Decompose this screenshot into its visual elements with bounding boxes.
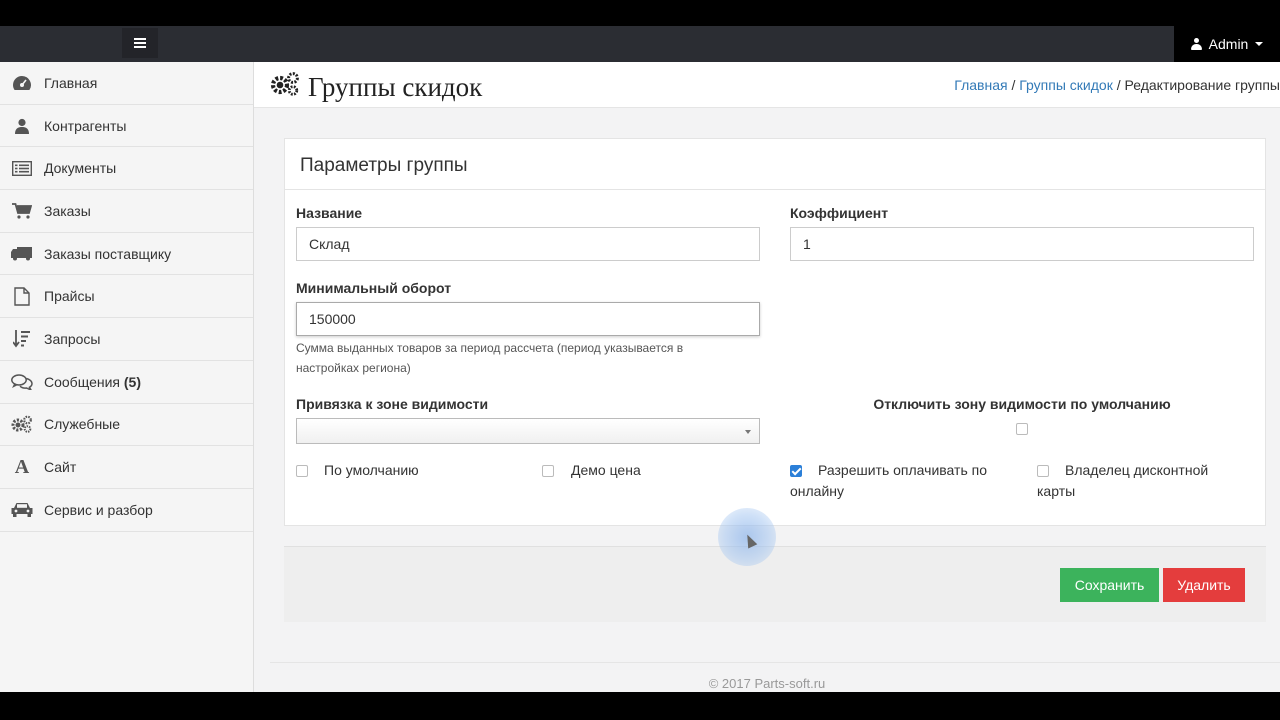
min-turnover-field[interactable]: 150000	[296, 302, 760, 336]
delete-button[interactable]: Удалить	[1163, 568, 1245, 602]
sidebar-item-car-service[interactable]: Сервис и разбор	[0, 489, 253, 532]
coefficient-label: Коэффициент	[790, 205, 889, 221]
user-icon	[1190, 38, 1202, 50]
hamburger-icon	[134, 38, 146, 48]
app-window: Admin Главная Контрагенты Документы Зака…	[0, 26, 1280, 692]
file-icon	[0, 287, 44, 306]
discount-card-checkbox-label: Владелец дисконтной карты	[1037, 462, 1209, 499]
sidebar-item-service[interactable]: Служебные	[0, 404, 253, 447]
save-button[interactable]: Сохранить	[1060, 568, 1159, 602]
main-content: Группы скидок Главная / Группы скидок / …	[254, 62, 1280, 692]
sidebar-item-label: Прайсы	[44, 288, 95, 305]
top-navbar: Admin	[0, 26, 1280, 62]
sidebar-item-documents[interactable]: Документы	[0, 147, 253, 191]
panel-title: Параметры группы	[285, 139, 1265, 190]
default-checkbox[interactable]	[296, 465, 308, 477]
sidebar-item-supplier-orders[interactable]: Заказы поставщику	[0, 233, 253, 276]
disable-visibility-label: Отключить зону видимости по умолчанию	[873, 396, 1171, 412]
form-actions-bar: Сохранить Удалить	[284, 546, 1266, 622]
sidebar-item-label: Сайт	[44, 459, 77, 476]
sidebar-item-site[interactable]: A Сайт	[0, 446, 253, 489]
copyright: © 2017 Parts-soft.ru	[708, 676, 826, 691]
breadcrumb-current: Редактирование группы	[1124, 77, 1280, 93]
gears-icon	[0, 415, 44, 434]
sidebar-item-messages[interactable]: Сообщения (5)	[0, 361, 253, 404]
min-turnover-label: Минимальный оборот	[296, 280, 452, 296]
sidebar-item-label: Заказы поставщику	[44, 245, 172, 262]
coefficient-field[interactable]: 1	[790, 227, 1254, 261]
cart-icon	[0, 203, 44, 219]
group-params-panel: Параметры группы Название Склад Коэффици…	[284, 138, 1266, 526]
default-checkbox-label: По умолчанию	[324, 462, 419, 478]
name-label: Название	[296, 205, 363, 221]
visibility-zone-label: Привязка к зоне видимости	[296, 396, 489, 412]
sidebar-item-label: Запросы	[44, 330, 101, 347]
user-icon	[0, 118, 44, 134]
caret-down-icon	[1255, 42, 1264, 46]
car-icon	[0, 502, 44, 518]
truck-icon	[0, 246, 44, 261]
breadcrumb: Главная / Группы скидок / Редактирование…	[954, 77, 1280, 93]
sidebar-item-home[interactable]: Главная	[0, 62, 253, 105]
sidebar-item-requests[interactable]: Запросы	[0, 318, 253, 361]
sidebar-item-label: Заказы	[44, 202, 91, 219]
name-field[interactable]: Склад	[296, 227, 760, 261]
page-header: Группы скидок Главная / Группы скидок / …	[254, 62, 1280, 108]
min-turnover-help: Сумма выданных товаров за период рассчет…	[296, 341, 684, 375]
chevron-down-icon	[745, 430, 751, 434]
sidebar-item-label: Сервис и разбор	[44, 501, 153, 518]
user-menu[interactable]: Admin	[1174, 26, 1280, 62]
dashboard-icon	[0, 75, 44, 91]
comments-icon	[0, 373, 44, 390]
breadcrumb-separator: /	[1011, 77, 1016, 93]
list-icon	[0, 160, 44, 176]
sidebar-item-contractors[interactable]: Контрагенты	[0, 105, 253, 148]
messages-count-badge: (5)	[123, 373, 141, 390]
sort-icon	[0, 329, 44, 348]
page-title: Группы скидок	[270, 71, 482, 104]
font-icon: A	[14, 455, 30, 478]
sidebar-item-label: Служебные	[44, 416, 121, 433]
user-name: Admin	[1208, 36, 1249, 52]
sidebar-item-label: Контрагенты	[44, 117, 127, 134]
footer-divider	[270, 662, 1280, 663]
demo-price-checkbox-label: Демо цена	[571, 462, 641, 478]
sidebar-item-orders[interactable]: Заказы	[0, 190, 253, 233]
disable-visibility-checkbox[interactable]	[1016, 423, 1028, 435]
sidebar: Главная Контрагенты Документы Заказы Зак…	[0, 62, 254, 692]
cogs-icon	[270, 71, 300, 104]
menu-toggle-button[interactable]	[122, 28, 158, 58]
sidebar-item-prices[interactable]: Прайсы	[0, 275, 253, 319]
breadcrumb-separator: /	[1116, 77, 1121, 93]
page-title-text: Группы скидок	[308, 72, 483, 102]
sidebar-item-label: Главная	[44, 74, 98, 91]
demo-price-checkbox[interactable]	[542, 465, 554, 477]
sidebar-item-label: Сообщения (5)	[44, 373, 141, 390]
breadcrumb-home-link[interactable]: Главная	[954, 77, 1007, 93]
visibility-zone-select[interactable]	[296, 418, 760, 444]
online-payment-checkbox-label: Разрешить оплачивать по онлайну	[790, 462, 987, 499]
sidebar-item-label: Документы	[44, 160, 117, 177]
breadcrumb-section-link[interactable]: Группы скидок	[1019, 77, 1113, 93]
